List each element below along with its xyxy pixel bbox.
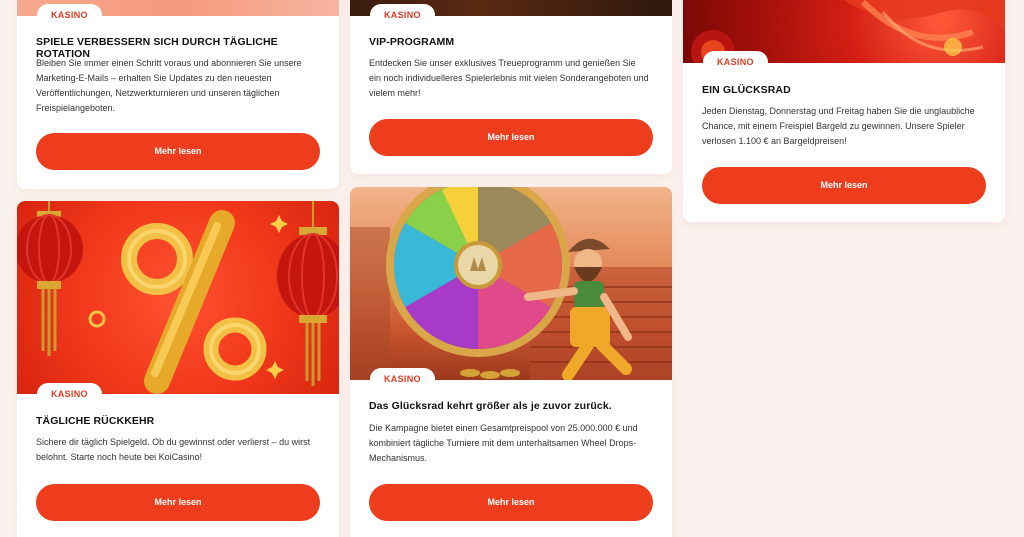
percent-lanterns-illustration [17,201,339,394]
card-title: Das Glücksrad kehrt größer als je zuvor … [369,400,612,412]
card-description: Entdecken Sie unser exklusives Treueprog… [369,58,649,98]
category-badge: KASINO [370,4,435,26]
card-description: Jeden Dienstag, Donnerstag und Freitag h… [702,106,975,146]
read-more-button[interactable]: Mehr lesen [702,167,986,204]
promo-card-daily-rotation: KASINO SPIELE VERBESSERN SICH DURCH TÄGL… [17,0,339,189]
card-title: VIP-PROGRAMM [369,36,455,48]
category-badge: KASINO [370,368,435,390]
read-more-button[interactable]: Mehr lesen [369,484,653,521]
category-badge: KASINO [703,51,768,73]
category-badge: KASINO [37,4,102,26]
promo-card-daily-return: KASINO TÄGLICHE RÜCKKEHR Sichere dir täg… [17,201,339,537]
promo-card-wheel-returns: KASINO Das Glücksrad kehrt größer als je… [350,187,672,537]
category-badge: KASINO [37,383,102,405]
read-more-button[interactable]: Mehr lesen [36,484,320,521]
card-description: Sichere dir täglich Spielgeld. Ob du gew… [36,437,311,462]
card-description: Bleiben Sie immer einen Schritt voraus u… [36,58,302,113]
read-more-button[interactable]: Mehr lesen [36,133,320,170]
promo-image [350,187,672,380]
card-title: TÄGLICHE RÜCKKEHR [36,415,155,427]
wheel-mascot-illustration [350,187,672,380]
read-more-button[interactable]: Mehr lesen [369,119,653,156]
promo-card-wheel-of-fortune: KASINO EIN GLÜCKSRAD Jeden Dienstag, Don… [683,0,1005,222]
promo-card-vip: KASINO VIP-PROGRAMM Entdecken Sie unser … [350,0,672,174]
promo-image [17,201,339,394]
card-description: Die Kampagne bietet einen Gesamtpreispoo… [369,423,638,463]
card-title: EIN GLÜCKSRAD [702,84,791,96]
